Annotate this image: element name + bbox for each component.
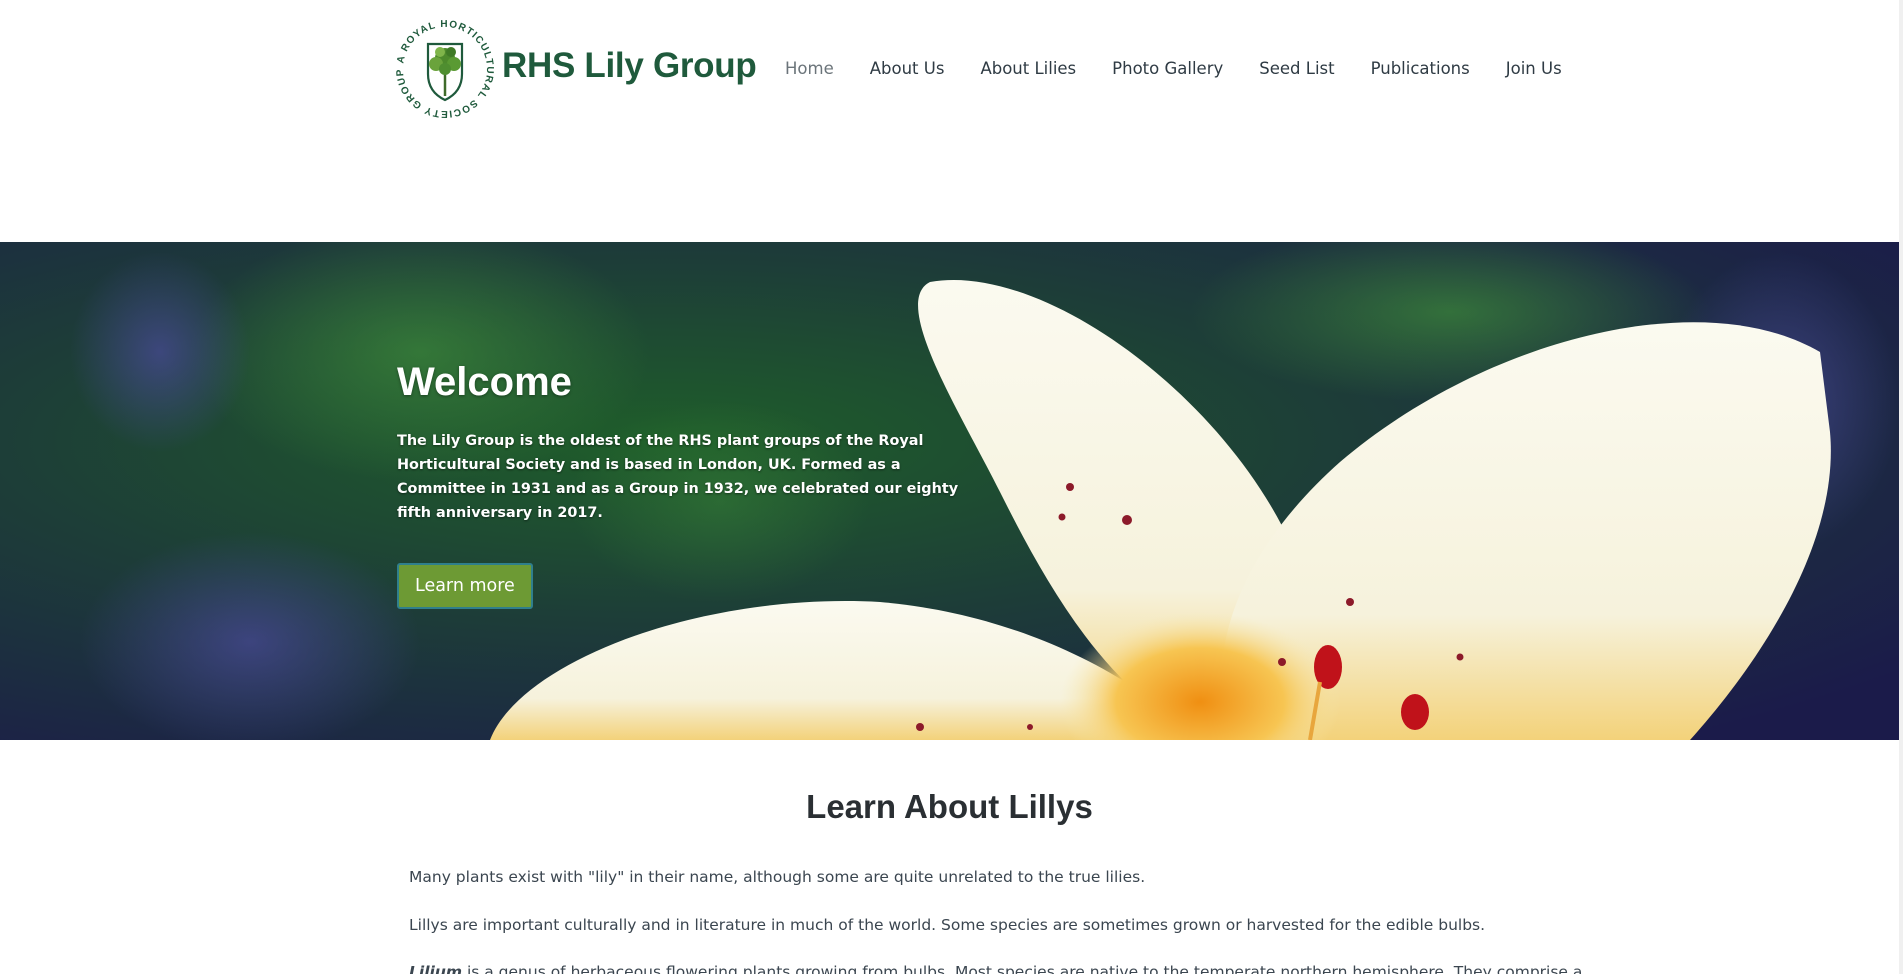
hero-description: The Lily Group is the oldest of the RHS …	[397, 433, 959, 521]
page-edge	[1899, 0, 1903, 974]
brand-title[interactable]: RHS Lily Group	[502, 46, 757, 86]
nav-about-us[interactable]: About Us	[870, 59, 945, 78]
paragraph-3-text: is a genus of herbaceous flowering plant…	[462, 963, 1583, 974]
nav-join-us[interactable]: Join Us	[1506, 59, 1562, 78]
hero-title: Welcome	[397, 360, 572, 404]
nav-publications[interactable]: Publications	[1371, 59, 1470, 78]
lilium-emphasis: Lilium	[409, 963, 463, 974]
paragraph-1: Many plants exist with "lily" in their n…	[409, 868, 1146, 886]
site-header: A ROYAL HORTICULTURAL SOCIETY GROUP RHS …	[0, 0, 1903, 242]
nav-home[interactable]: Home	[785, 59, 834, 78]
paragraph-2: Lillys are important culturally and in l…	[409, 916, 1486, 934]
main-nav: Home About Us About Lilies Photo Gallery…	[785, 59, 1598, 78]
learn-more-button[interactable]: Learn more	[397, 563, 533, 609]
nav-about-lilies[interactable]: About Lilies	[980, 59, 1076, 78]
hero-content: Welcome The Lily Group is the oldest of …	[397, 360, 997, 609]
rhs-logo-icon[interactable]: A ROYAL HORTICULTURAL SOCIETY GROUP	[390, 14, 500, 124]
nav-seed-list[interactable]: Seed List	[1259, 59, 1334, 78]
section-title: Learn About Lillys	[806, 788, 1093, 825]
main-content: Learn About Lillys Many plants exist wit…	[0, 740, 1899, 974]
paragraph-3: Lilium is a genus of herbaceous flowerin…	[409, 963, 1582, 974]
hero-banner: Welcome The Lily Group is the oldest of …	[0, 242, 1899, 740]
nav-photo-gallery[interactable]: Photo Gallery	[1112, 59, 1223, 78]
